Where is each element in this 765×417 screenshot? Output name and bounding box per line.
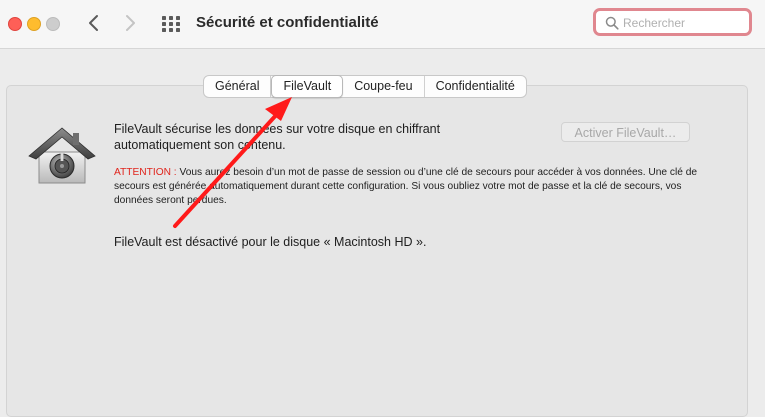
search-input[interactable] <box>623 14 743 32</box>
filevault-description: FileVault sécurise les données sur votre… <box>114 122 441 152</box>
search-field[interactable] <box>593 8 752 36</box>
tab-privacy[interactable]: Confidentialité <box>425 76 526 97</box>
chevron-left-icon[interactable] <box>84 12 104 34</box>
chevron-right-icon[interactable] <box>120 12 140 34</box>
activate-filevault-button[interactable]: Activer FileVault… <box>561 122 690 142</box>
tab-general[interactable]: Général <box>204 76 272 97</box>
house-safe-icon <box>28 127 96 184</box>
minimize-button[interactable] <box>27 17 41 31</box>
filevault-status: FileVault est désactivé pour le disque «… <box>114 235 427 249</box>
grid-icon[interactable] <box>161 14 181 34</box>
tab-bar: Général FileVault Coupe-feu Confidential… <box>203 75 527 98</box>
tab-firewall[interactable]: Coupe-feu <box>343 76 425 97</box>
window-title: Sécurité et confidentialité <box>196 14 379 31</box>
tab-filevault[interactable]: FileVault <box>271 75 344 98</box>
close-button[interactable] <box>8 17 22 31</box>
warning-body: Vous aurez besoin d’un mot de passe de s… <box>114 167 698 206</box>
zoom-button <box>46 17 60 31</box>
warning-text: ATTENTION : Vous aurez besoin d’un mot d… <box>114 166 702 208</box>
search-icon <box>605 16 619 30</box>
window-titlebar: Sécurité et confidentialité <box>0 0 765 49</box>
warning-label: ATTENTION : <box>114 167 177 178</box>
